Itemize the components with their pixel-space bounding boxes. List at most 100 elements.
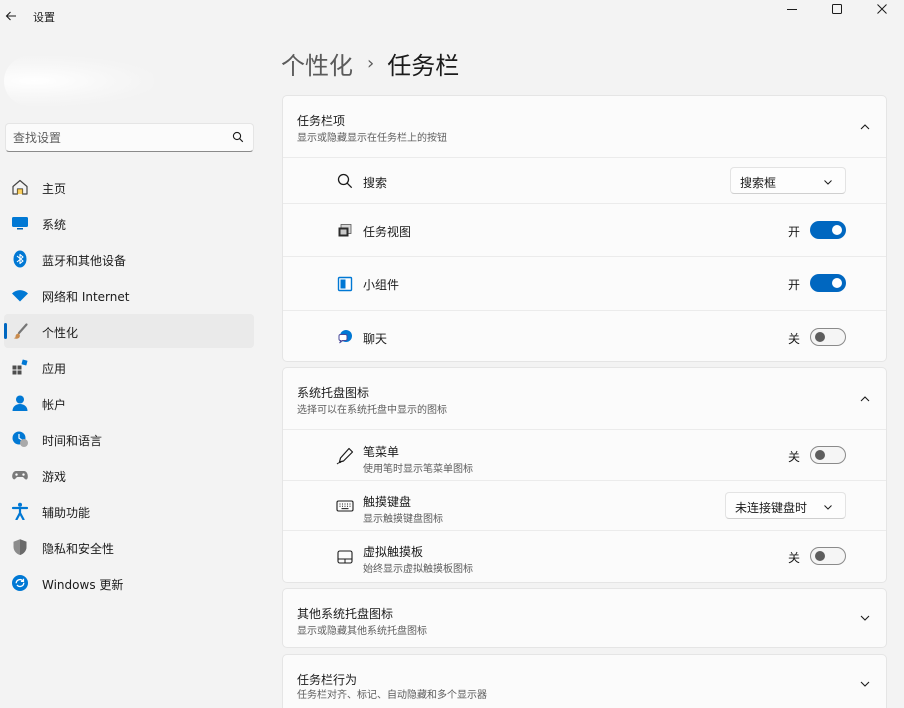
sidebar-item-label: 帐户	[42, 398, 67, 412]
chevron-down-icon[interactable]	[858, 677, 872, 691]
sidebar-item-label: 网络和 Internet	[42, 290, 130, 304]
sidebar-item-label: Windows 更新	[42, 578, 124, 592]
maximize-button[interactable]	[814, 0, 859, 18]
sidebar-item-windows-update[interactable]: Windows 更新	[4, 566, 254, 600]
dropdown-value: 未连接键盘时	[735, 501, 808, 515]
sidebar-item-time-language[interactable]: 时间和语言	[4, 422, 254, 456]
sidebar-item-accessibility[interactable]: 辅助功能	[4, 494, 254, 528]
row-label: 小组件	[363, 278, 400, 292]
back-arrow-icon	[5, 11, 16, 21]
pen-menu-toggle[interactable]	[810, 446, 846, 464]
other-tray-icons-header[interactable]: 其他系统托盘图标 显示或隐藏其他系统托盘图标	[283, 589, 886, 647]
apps-icon	[11, 358, 29, 376]
taskbar-behaviors-section[interactable]: 任务栏行为 任务栏对齐、标记、自动隐藏和多个显示器	[282, 654, 887, 708]
row-description: 使用笔时显示笔菜单图标	[363, 464, 473, 475]
pen-icon	[336, 447, 354, 465]
brush-icon	[11, 322, 29, 340]
sidebar-item-label: 蓝牙和其他设备	[42, 254, 127, 268]
section-title: 任务栏项	[297, 114, 346, 128]
section-title: 其他系统托盘图标	[297, 607, 394, 621]
toggle-state-label: 关	[787, 551, 800, 565]
breadcrumb: 个性化 › 任务栏	[281, 46, 459, 81]
chat-toggle[interactable]	[810, 328, 846, 346]
row-label: 任务视图	[363, 225, 412, 239]
section-title: 系统托盘图标	[297, 386, 370, 400]
taskbar-items-header[interactable]: 任务栏项 显示或隐藏显示在任务栏上的按钮	[283, 96, 886, 158]
virtual-touchpad-toggle[interactable]	[810, 547, 846, 565]
row-label: 聊天	[363, 332, 388, 346]
task-view-toggle[interactable]	[810, 221, 846, 239]
chevron-up-icon[interactable]	[858, 120, 872, 134]
back-button[interactable]	[0, 4, 22, 28]
taskbar-behaviors-header[interactable]: 任务栏行为 任务栏对齐、标记、自动隐藏和多个显示器	[283, 655, 886, 708]
sidebar-item-label: 主页	[42, 182, 67, 196]
gamepad-icon	[11, 466, 29, 484]
touchpad-icon	[336, 548, 354, 566]
close-icon	[876, 4, 887, 14]
search-box[interactable]	[5, 123, 254, 152]
task-view-icon	[336, 221, 354, 239]
account-icon	[11, 394, 29, 412]
section-description: 任务栏对齐、标记、自动隐藏和多个显示器	[297, 690, 487, 701]
title-bar: 设置	[0, 0, 904, 32]
minimize-icon	[786, 9, 797, 10]
search-icon[interactable]	[232, 131, 244, 143]
sidebar-item-network[interactable]: 网络和 Internet	[4, 278, 254, 312]
close-button[interactable]	[859, 0, 904, 18]
accessibility-icon	[11, 502, 29, 520]
other-tray-icons-section[interactable]: 其他系统托盘图标 显示或隐藏其他系统托盘图标	[282, 588, 887, 648]
sidebar-item-apps[interactable]: 应用	[4, 350, 254, 384]
sidebar-item-privacy[interactable]: 隐私和安全性	[4, 530, 254, 564]
sidebar-item-label: 系统	[42, 218, 67, 232]
sidebar-item-label: 隐私和安全性	[42, 542, 115, 556]
sidebar-item-system[interactable]: 系统	[4, 206, 254, 240]
keyboard-icon	[336, 497, 354, 515]
minimize-button[interactable]	[769, 0, 814, 18]
sidebar-item-personalization[interactable]: 个性化	[4, 314, 254, 348]
sidebar-nav: 主页 系统 蓝牙和其他设备 网络和 Internet 个性化 应用 帐户 时间和…	[4, 170, 254, 602]
sidebar-item-label: 时间和语言	[42, 434, 103, 448]
app-title: 设置	[33, 11, 55, 24]
user-profile[interactable]	[4, 52, 254, 110]
task-view-row: 任务视图 开	[283, 204, 886, 257]
touch-keyboard-dropdown[interactable]: 未连接键盘时	[725, 492, 846, 519]
window-controls	[769, 0, 904, 20]
toggle-knob	[815, 450, 825, 460]
system-tray-section: 系统托盘图标 选择可以在系统托盘中显示的图标 笔菜单 使用笔时显示笔菜单图标 关…	[282, 367, 887, 583]
row-label: 笔菜单	[363, 445, 400, 459]
breadcrumb-parent[interactable]: 个性化	[281, 46, 353, 81]
sidebar-item-home[interactable]: 主页	[4, 170, 254, 204]
toggle-knob	[815, 332, 825, 342]
toggle-knob	[832, 278, 842, 288]
row-label: 虚拟触摸板	[363, 545, 424, 559]
home-icon	[11, 178, 29, 196]
toggle-state-label: 关	[787, 450, 800, 464]
sidebar-item-bluetooth[interactable]: 蓝牙和其他设备	[4, 242, 254, 276]
section-description: 选择可以在系统托盘中显示的图标	[297, 405, 447, 416]
search-input[interactable]	[13, 129, 223, 147]
system-tray-header[interactable]: 系统托盘图标 选择可以在系统托盘中显示的图标	[283, 368, 886, 430]
chevron-down-icon[interactable]	[858, 611, 872, 625]
search-icon	[336, 172, 354, 190]
chevron-down-icon	[824, 505, 832, 510]
dropdown-value: 搜索框	[740, 176, 777, 190]
chevron-down-icon	[824, 180, 832, 185]
sidebar-item-accounts[interactable]: 帐户	[4, 386, 254, 420]
section-description: 显示或隐藏显示在任务栏上的按钮	[297, 133, 447, 144]
toggle-knob	[832, 225, 842, 235]
widgets-toggle[interactable]	[810, 274, 846, 292]
chat-row: 聊天 关	[283, 311, 886, 363]
sidebar-item-gaming[interactable]: 游戏	[4, 458, 254, 492]
chevron-up-icon[interactable]	[858, 392, 872, 406]
sidebar-item-label: 个性化	[42, 326, 79, 340]
active-indicator	[4, 323, 7, 339]
time-language-icon	[11, 430, 29, 448]
search-mode-dropdown[interactable]: 搜索框	[730, 167, 846, 194]
maximize-icon	[831, 4, 842, 14]
virtual-touchpad-row: 虚拟触摸板 始终显示虚拟触摸板图标 关	[283, 531, 886, 583]
sidebar-item-label: 应用	[42, 362, 67, 376]
toggle-knob	[815, 551, 825, 561]
sidebar-item-label: 游戏	[42, 470, 67, 484]
toggle-state-label: 开	[787, 278, 800, 292]
page-title: 任务栏	[387, 52, 460, 80]
